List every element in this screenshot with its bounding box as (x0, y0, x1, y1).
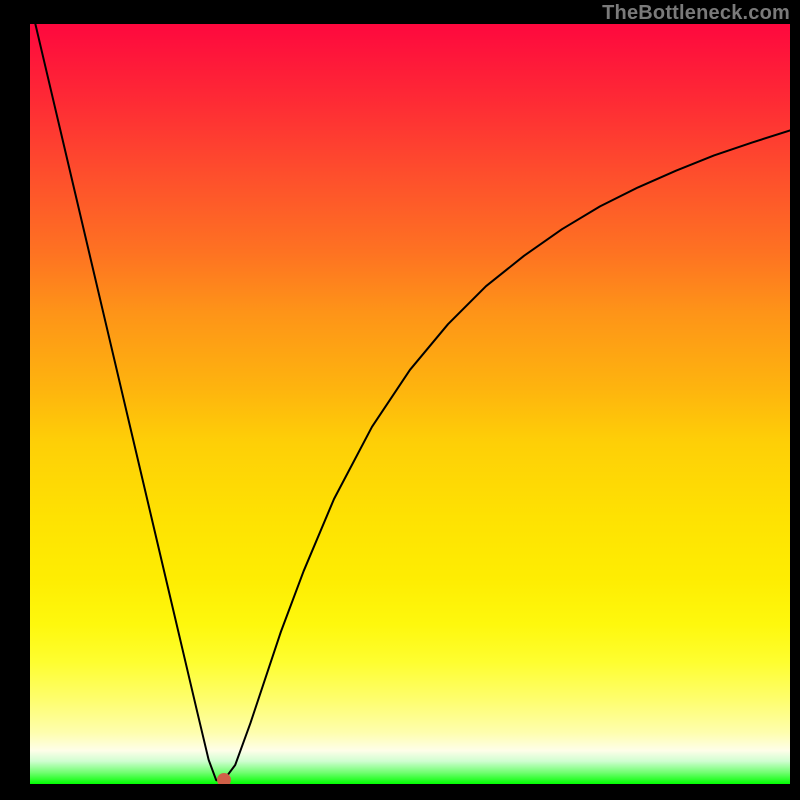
minimum-marker (217, 773, 231, 784)
watermark-text: TheBottleneck.com (602, 2, 790, 25)
chart-frame: TheBottleneck.com (0, 0, 800, 800)
plot-area (30, 24, 790, 784)
bottleneck-curve (30, 24, 790, 780)
curve-layer (30, 24, 790, 784)
